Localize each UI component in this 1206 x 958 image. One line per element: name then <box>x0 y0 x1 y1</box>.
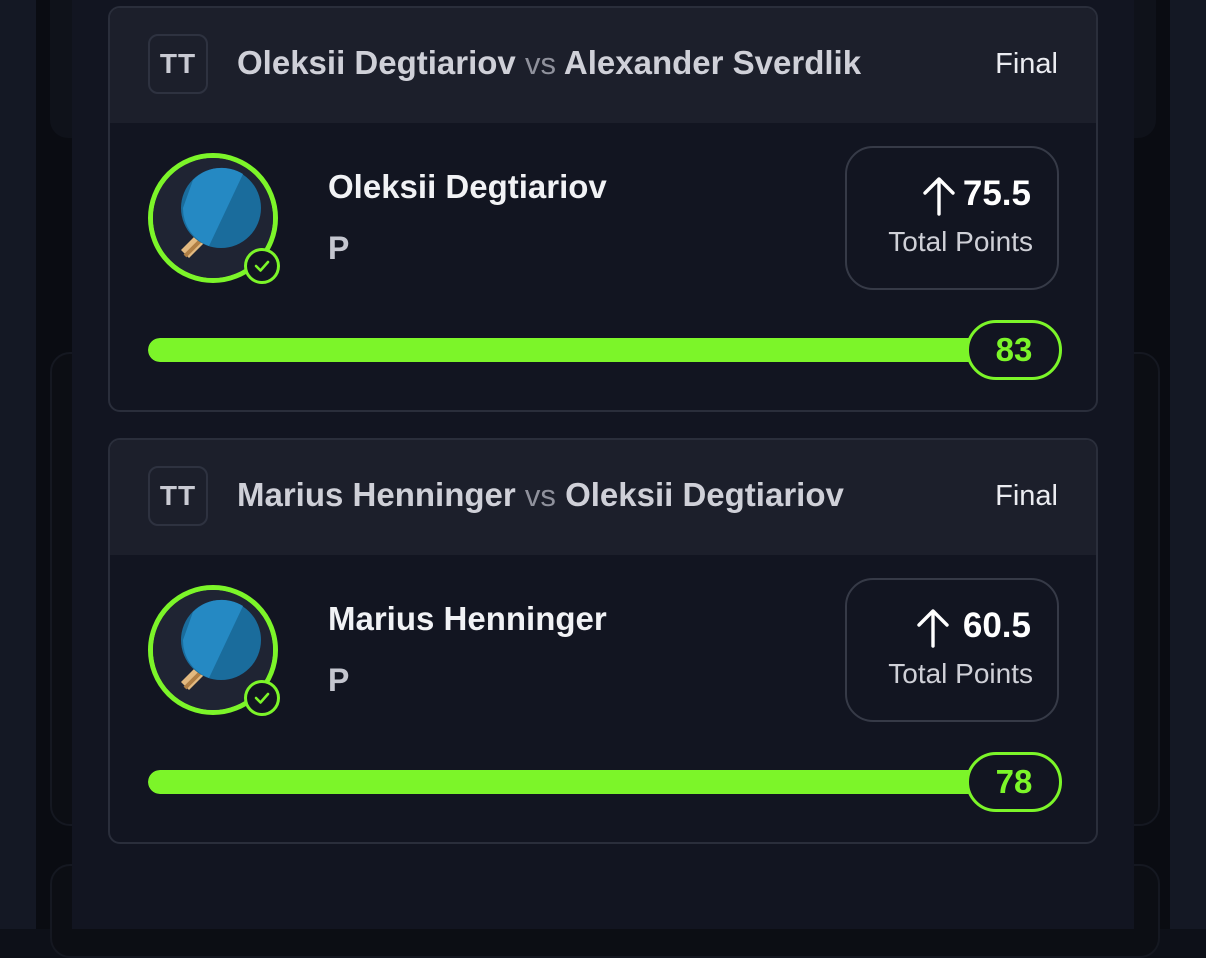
player-position: P <box>328 662 350 698</box>
projection-value: 75.5 <box>962 174 1031 213</box>
progress-bar <box>148 770 1048 794</box>
matchup-vs: vs <box>524 46 556 81</box>
progress-bar <box>148 338 1048 362</box>
game-status: Final <box>995 48 1058 80</box>
matchup-player-1: Marius Henninger <box>237 476 516 513</box>
matchup-title: Oleksii Degtiariov vs Alexander Sverdlik <box>237 44 861 82</box>
card-header: TT Marius Henninger vs Oleksii Degtiario… <box>110 440 1096 555</box>
arrow-up-icon <box>923 177 955 216</box>
pick-card[interactable]: TT Oleksii Degtiariov vs Alexander Sverd… <box>108 6 1098 412</box>
player-name: Oleksii Degtiariov <box>328 168 607 205</box>
background-edge-right <box>1170 0 1206 929</box>
projection-box: 75.5 Total Points <box>845 146 1059 290</box>
progress-fill <box>148 770 1048 794</box>
progress-fill <box>148 338 1048 362</box>
final-score-badge: 78 <box>966 752 1062 812</box>
matchup-vs: vs <box>524 478 556 513</box>
player-position: P <box>328 230 350 266</box>
final-score-badge: 83 <box>966 320 1062 380</box>
projection-box: 60.5 Total Points <box>845 578 1059 722</box>
projection-stat-label: Total Points <box>888 658 1033 689</box>
check-icon <box>244 680 280 716</box>
pick-card[interactable]: TT Marius Henninger vs Oleksii Degtiario… <box>108 438 1098 844</box>
arrow-up-icon <box>917 609 949 648</box>
matchup-player-2: Alexander Sverdlik <box>563 44 862 81</box>
game-status: Final <box>995 480 1058 512</box>
projection-stat-label: Total Points <box>888 226 1033 257</box>
sport-badge: TT <box>148 34 208 94</box>
background-edge-left <box>0 0 36 929</box>
sport-badge: TT <box>148 466 208 526</box>
matchup-player-2: Oleksii Degtiariov <box>565 476 844 513</box>
card-header: TT Oleksii Degtiariov vs Alexander Sverd… <box>110 8 1096 123</box>
projection-value: 60.5 <box>962 606 1031 645</box>
matchup-title: Marius Henninger vs Oleksii Degtiariov <box>237 476 844 514</box>
player-name: Marius Henninger <box>328 600 607 637</box>
check-icon <box>244 248 280 284</box>
matchup-player-1: Oleksii Degtiariov <box>237 44 516 81</box>
